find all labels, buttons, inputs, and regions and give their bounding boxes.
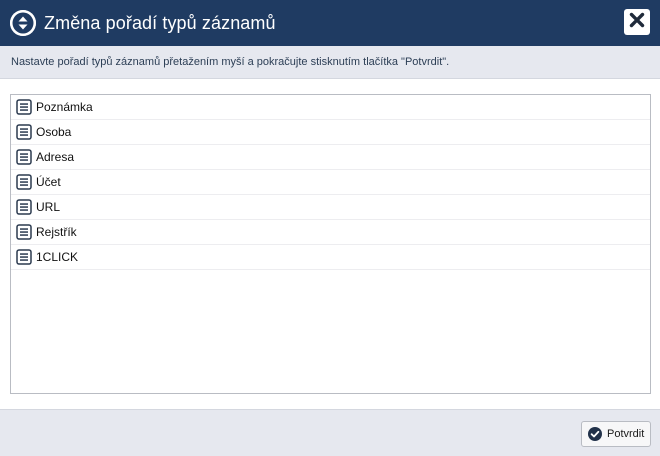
list-item[interactable]: Rejstřík [11,220,650,245]
list-item-label: Poznámka [36,100,93,114]
list-item-label: Osoba [36,125,72,139]
reorder-record-types-dialog: Změna pořadí typů záznamů Nastavte pořad… [0,0,660,456]
confirm-button[interactable]: Potvrdit [581,421,651,447]
list-item[interactable]: Osoba [11,120,650,145]
dialog-footer: Potvrdit [0,409,660,456]
record-type-list: Poznámka Osoba Adresa Účet URL Rejstřík … [10,94,651,394]
list-document-icon [16,149,32,165]
sort-arrows-icon [10,10,36,36]
list-item[interactable]: Účet [11,170,650,195]
dialog-titlebar: Změna pořadí typů záznamů [0,0,660,46]
list-document-icon [16,99,32,115]
list-item[interactable]: 1CLICK [11,245,650,270]
list-document-icon [16,174,32,190]
list-item-label: Rejstřík [36,225,77,239]
instructions-text: Nastavte pořadí typů záznamů přetažením … [0,46,660,79]
list-item-label: 1CLICK [36,250,79,264]
close-icon [629,12,645,33]
close-button[interactable] [624,9,650,35]
list-item-label: URL [36,200,61,214]
list-document-icon [16,199,32,215]
list-item[interactable]: URL [11,195,650,220]
dialog-title: Změna pořadí typů záznamů [44,13,276,33]
check-circle-icon [588,427,602,441]
list-item[interactable]: Adresa [11,145,650,170]
list-document-icon [16,224,32,240]
list-document-icon [16,249,32,265]
confirm-button-label: Potvrdit [607,428,645,440]
list-item[interactable]: Poznámka [11,95,650,120]
list-document-icon [16,124,32,140]
list-item-label: Účet [36,175,61,189]
list-item-label: Adresa [36,150,75,164]
